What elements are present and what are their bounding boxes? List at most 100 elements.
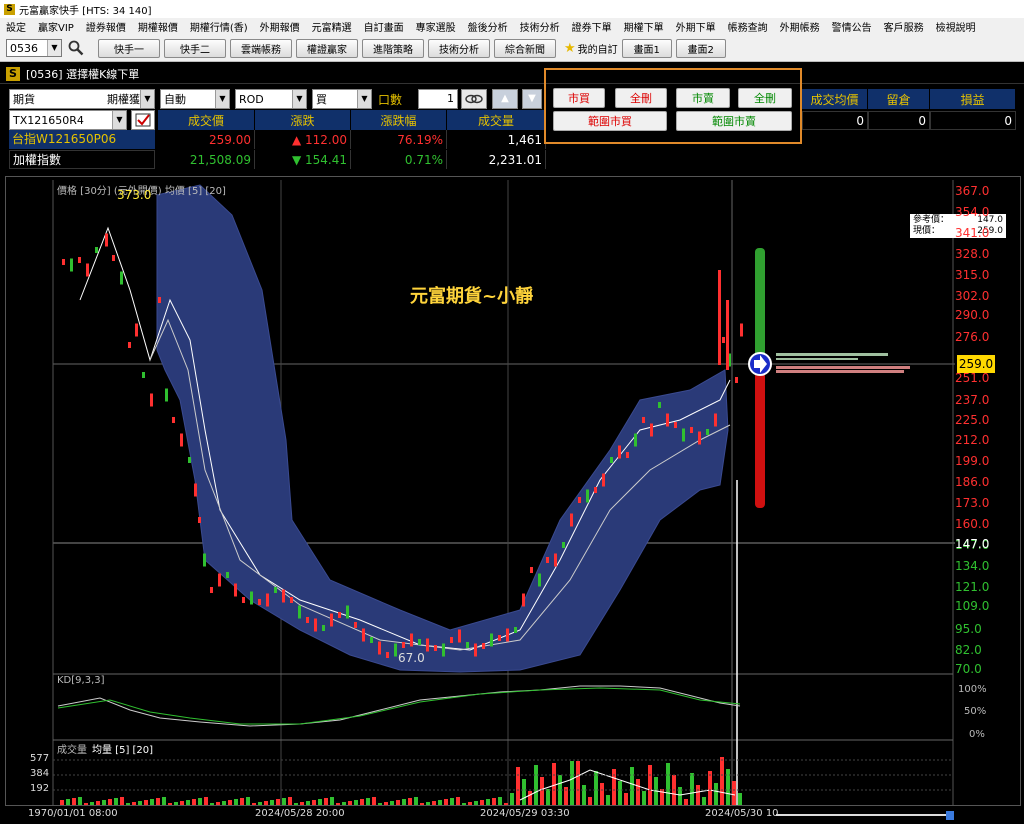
- volume-bar: [156, 798, 160, 805]
- candle: [105, 233, 108, 247]
- candle: [594, 487, 597, 493]
- candle: [458, 629, 461, 643]
- candle: [740, 323, 743, 337]
- candle: [394, 643, 397, 657]
- volume-avg-label: 均量 [5] [20]: [92, 745, 154, 756]
- candle: [410, 633, 413, 647]
- candle: [172, 417, 175, 423]
- candle: [698, 431, 701, 445]
- volume-bar: [132, 802, 136, 805]
- price-tick: 70.0: [955, 662, 982, 676]
- candle: [242, 597, 245, 603]
- candle: [482, 643, 485, 649]
- candle: [346, 605, 349, 619]
- volume-bar: [426, 802, 430, 805]
- volume-bar: [192, 799, 196, 805]
- candle: [290, 597, 293, 603]
- volume-bar: [84, 803, 88, 805]
- kd-tick-50: 50%: [964, 706, 987, 717]
- candle: [330, 613, 333, 627]
- price-tick: 354.0: [955, 204, 990, 219]
- volume-bar: [594, 771, 598, 805]
- price-tick: 302.0: [955, 288, 990, 303]
- sell-depth-bar: [755, 372, 765, 508]
- volume-bar: [186, 800, 190, 805]
- volume-bar: [78, 797, 82, 805]
- volume-bar: [696, 785, 700, 805]
- candle: [120, 271, 123, 285]
- volume-bar: [108, 799, 112, 805]
- candle: [354, 622, 357, 628]
- candle: [726, 300, 729, 370]
- kline-chart[interactable]: [0, 0, 1024, 824]
- price-tick: 225.0: [955, 412, 990, 427]
- candle: [306, 617, 309, 623]
- volume-bar: [606, 795, 610, 805]
- candle: [150, 393, 153, 407]
- price-tick: 367.0: [955, 184, 990, 198]
- depth-bar: [776, 353, 888, 356]
- volume-bar: [510, 793, 514, 805]
- candle: [562, 542, 565, 548]
- volume-bar: [378, 803, 382, 805]
- candle: [62, 259, 65, 265]
- x-label-2: 2024/05/28 20:00: [255, 808, 345, 819]
- volume-bar: [702, 797, 706, 805]
- price-tick: 160.0: [955, 517, 990, 532]
- candle: [210, 587, 213, 593]
- volume-bar: [150, 799, 154, 805]
- candle: [735, 377, 738, 383]
- volume-bar: [636, 779, 640, 805]
- volume-bar: [264, 801, 268, 805]
- volume-bar: [222, 801, 226, 805]
- price-tick: 290.0: [955, 307, 990, 322]
- volume-bar: [120, 797, 124, 805]
- volume-bar: [390, 801, 394, 805]
- candle: [602, 473, 605, 487]
- candle: [498, 635, 501, 641]
- candle: [642, 417, 645, 423]
- volume-bar: [210, 803, 214, 805]
- volume-bar: [492, 798, 496, 805]
- candle: [682, 428, 685, 442]
- candle: [402, 642, 405, 648]
- candle: [522, 593, 525, 607]
- vol-tick-384: 384: [30, 768, 50, 779]
- volume-bar: [720, 757, 724, 805]
- volume-bar: [144, 800, 148, 805]
- volume-bar: [366, 798, 370, 805]
- volume-bar: [60, 800, 64, 805]
- candle: [370, 637, 373, 643]
- volume-bar: [648, 765, 652, 805]
- candle: [442, 643, 445, 657]
- volume-bar: [288, 797, 292, 805]
- volume-bar: [630, 767, 634, 805]
- price-tick: 212.0: [955, 433, 990, 448]
- candle: [538, 573, 541, 587]
- candle: [322, 625, 325, 631]
- volume-bar: [570, 761, 574, 805]
- candle: [180, 433, 183, 447]
- volume-bar: [198, 798, 202, 805]
- candle: [250, 591, 253, 605]
- buy-depth-bar: [755, 248, 765, 358]
- price-tick: 134.0: [955, 558, 990, 573]
- volume-label: 成交量: [57, 745, 87, 756]
- candle: [218, 573, 221, 587]
- volume-bar: [600, 783, 604, 805]
- price-tick: 341.0: [955, 225, 990, 240]
- candle: [198, 517, 201, 523]
- candle: [426, 638, 429, 652]
- candle: [135, 323, 138, 337]
- kd-tick-0: 0%: [969, 729, 985, 740]
- depth-bar: [776, 358, 858, 360]
- volume-bar: [174, 802, 178, 805]
- volume-bar: [450, 798, 454, 805]
- candle: [203, 553, 206, 567]
- price-tick: 315.0: [955, 267, 990, 282]
- price-tick: 173.0: [955, 496, 990, 511]
- x-label-1: 1970/01/01 08:00: [28, 808, 118, 819]
- volume-bar: [486, 799, 490, 805]
- candle: [158, 297, 161, 303]
- volume-bar: [252, 803, 256, 805]
